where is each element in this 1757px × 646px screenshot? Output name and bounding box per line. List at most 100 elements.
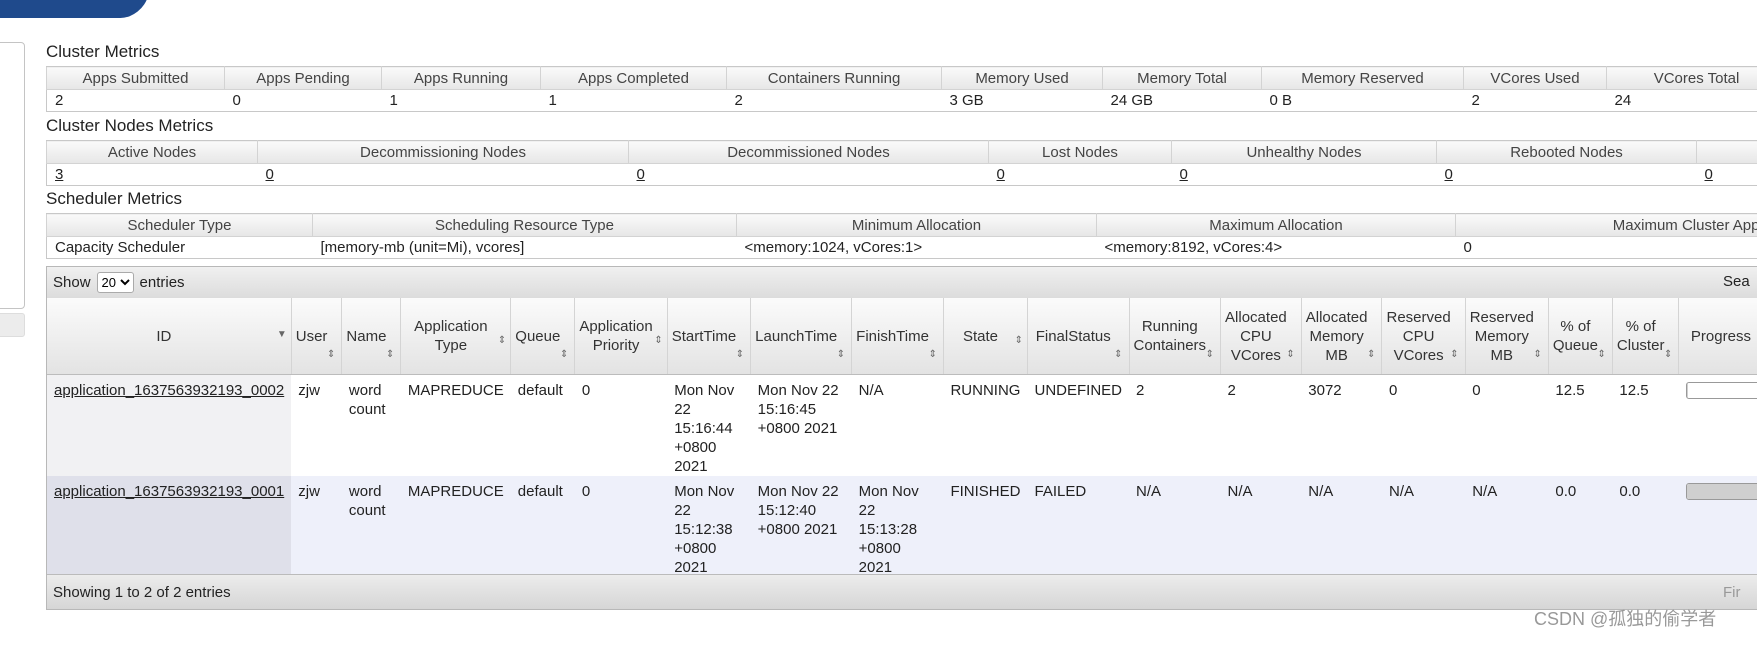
progress-fill: [1686, 383, 1689, 398]
column-id[interactable]: ID ▼: [47, 298, 292, 375]
cell-running-containers: N/A: [1129, 476, 1221, 577]
cell-final-status: UNDEFINED: [1027, 374, 1129, 476]
progress-bar: [1685, 483, 1757, 500]
sort-icon: ⇕: [559, 349, 569, 360]
active-nodes-link[interactable]: 3: [55, 166, 63, 183]
value-vcores-total: 24: [1606, 89, 1757, 112]
header-apps-submitted: Apps Submitted: [46, 66, 225, 90]
column-final-status[interactable]: FinalStatus ⇕: [1027, 298, 1130, 375]
header-vcores-total: VCores Total: [1606, 66, 1757, 90]
value-maximum-allocation: <memory:8192, vCores:4>: [1096, 236, 1456, 259]
sort-icon: ⇕: [386, 349, 395, 360]
header-active-nodes: Active Nodes: [46, 140, 258, 164]
header-scheduling-resource-type: Scheduling Resource Type: [312, 213, 737, 237]
column-state[interactable]: State ⇕: [943, 298, 1028, 375]
column-start-time[interactable]: StartTime ⇕: [667, 298, 752, 375]
sort-icon: ⇕: [1205, 349, 1215, 360]
value-maximum-cluster-applications: 0: [1455, 236, 1757, 259]
column-application-type[interactable]: Application Type ⇕: [400, 298, 512, 375]
rebooted-nodes-link[interactable]: 0: [1445, 166, 1453, 183]
cell-queue: default: [510, 476, 575, 577]
header-minimum-allocation: Minimum Allocation: [736, 213, 1097, 237]
column-user[interactable]: User ⇕: [291, 298, 343, 375]
column-reserved-memory-mb[interactable]: Reserved Memory MB ⇕: [1465, 298, 1549, 375]
unhealthy-nodes-link[interactable]: 0: [1180, 166, 1188, 183]
sort-icon: ⇕: [327, 349, 336, 360]
column-queue[interactable]: Queue ⇕: [510, 298, 576, 375]
sidebar-panel: [0, 42, 25, 309]
first-page-button[interactable]: Fir: [1723, 584, 1741, 601]
column-allocated-memory-mb[interactable]: Allocated Memory MB ⇕: [1301, 298, 1383, 375]
sort-icon: ⇕: [735, 349, 745, 360]
value-apps-submitted: 2: [46, 89, 225, 112]
sort-icon: ⇕: [1450, 349, 1459, 360]
header-rebooted-nodes: Rebooted Nodes: [1436, 140, 1697, 164]
column-application-priority[interactable]: Application Priority ⇕: [574, 298, 668, 375]
header-containers-running: Containers Running: [726, 66, 942, 90]
value-apps-completed: 1: [540, 89, 727, 112]
cell-reserved-memory: N/A: [1465, 476, 1549, 577]
column-finish-time[interactable]: FinishTime ⇕: [851, 298, 944, 375]
sort-icon: ⇕: [836, 349, 846, 360]
column-running-containers[interactable]: Running Containers ⇕: [1129, 298, 1222, 375]
cell-finish-time: Mon Nov 22 15:13:28 +0800 2021: [851, 476, 944, 577]
value-minimum-allocation: <memory:1024, vCores:1>: [736, 236, 1097, 259]
lost-nodes-link[interactable]: 0: [997, 166, 1005, 183]
shutdown-nodes-link[interactable]: 0: [1705, 166, 1713, 183]
application-id-link[interactable]: application_1637563932193_0002: [54, 382, 284, 399]
sidebar-footer: [0, 313, 25, 337]
progress-fill: [1686, 484, 1757, 499]
cell-allocated-cpu: 2: [1220, 374, 1302, 476]
cell-user: zjw: [291, 374, 342, 476]
header-shutdown-nodes: [1696, 140, 1757, 164]
header-vcores-used: VCores Used: [1463, 66, 1607, 90]
value-scheduling-resource-type: [memory-mb (unit=Mi), vcores]: [312, 236, 737, 259]
decommissioning-nodes-link[interactable]: 0: [266, 166, 274, 183]
header-memory-reserved: Memory Reserved: [1261, 66, 1464, 90]
column-percent-of-cluster[interactable]: % of Cluster ⇕: [1612, 298, 1680, 375]
header-memory-used: Memory Used: [941, 66, 1103, 90]
sort-icon: ⇕: [1286, 349, 1295, 360]
column-name[interactable]: Name ⇕: [341, 298, 402, 375]
cell-application-type: MAPREDUCE: [400, 374, 511, 476]
value-memory-used: 3 GB: [941, 89, 1103, 112]
entries-label: entries: [139, 274, 185, 291]
header-apps-running: Apps Running: [381, 66, 541, 90]
cell-percent-queue: 12.5: [1548, 374, 1613, 476]
value-apps-pending: 0: [224, 89, 382, 112]
column-allocated-cpu-vcores[interactable]: Allocated CPU VCores ⇕: [1220, 298, 1302, 375]
cell-start-time: Mon Nov 22 15:16:44 +0800 2021: [667, 374, 751, 476]
column-launch-time[interactable]: LaunchTime ⇕: [750, 298, 853, 375]
applications-table: ID ▼ User ⇕ Name ⇕ Application Type ⇕ Queue ⇕…: [47, 298, 1757, 577]
sort-icon: ⇕: [1114, 349, 1123, 360]
scheduler-metrics-table: Scheduler Type Scheduling Resource Type …: [46, 213, 1757, 259]
sort-icon: ⇕: [1664, 349, 1673, 360]
header-scheduler-type: Scheduler Type: [46, 213, 313, 237]
column-percent-of-queue[interactable]: % of Queue ⇕: [1548, 298, 1613, 375]
cell-priority: 0: [574, 476, 668, 577]
cluster-metrics-table: Apps Submitted Apps Pending Apps Running…: [46, 66, 1757, 112]
sort-icon: ⇕: [1014, 335, 1023, 346]
table-toolbar: Show 20 entries Sea: [47, 267, 1757, 298]
column-progress[interactable]: Progress⇕: [1678, 298, 1757, 375]
column-reserved-cpu-vcores[interactable]: Reserved CPU VCores ⇕: [1381, 298, 1466, 375]
application-id-link[interactable]: application_1637563932193_0001: [54, 483, 284, 500]
sort-desc-icon: ▼: [276, 329, 287, 340]
header-maximum-cluster-applications: Maximum Cluster Applica: [1455, 213, 1757, 237]
cell-start-time: Mon Nov 22 15:12:38 +0800 2021: [667, 476, 751, 577]
page-title-fragment: [940, 0, 960, 6]
progress-bar: [1685, 382, 1757, 399]
sort-icon: ⇕: [928, 349, 937, 360]
nodes-metrics-title: Cluster Nodes Metrics: [46, 116, 214, 135]
value-apps-running: 1: [381, 89, 541, 112]
cell-reserved-cpu: N/A: [1381, 476, 1466, 577]
header-lost-nodes: Lost Nodes: [988, 140, 1172, 164]
cell-allocated-memory: 3072: [1301, 374, 1382, 476]
value-scheduler-type: Capacity Scheduler: [46, 236, 313, 259]
nodes-metrics-table: Active Nodes Decommissioning Nodes Decom…: [46, 140, 1757, 186]
page-size-select[interactable]: 20: [96, 272, 134, 293]
decommissioned-nodes-link[interactable]: 0: [637, 166, 645, 183]
sort-icon: ⇕: [1533, 349, 1542, 360]
header-unhealthy-nodes: Unhealthy Nodes: [1171, 140, 1437, 164]
cell-running-containers: 2: [1129, 374, 1221, 476]
